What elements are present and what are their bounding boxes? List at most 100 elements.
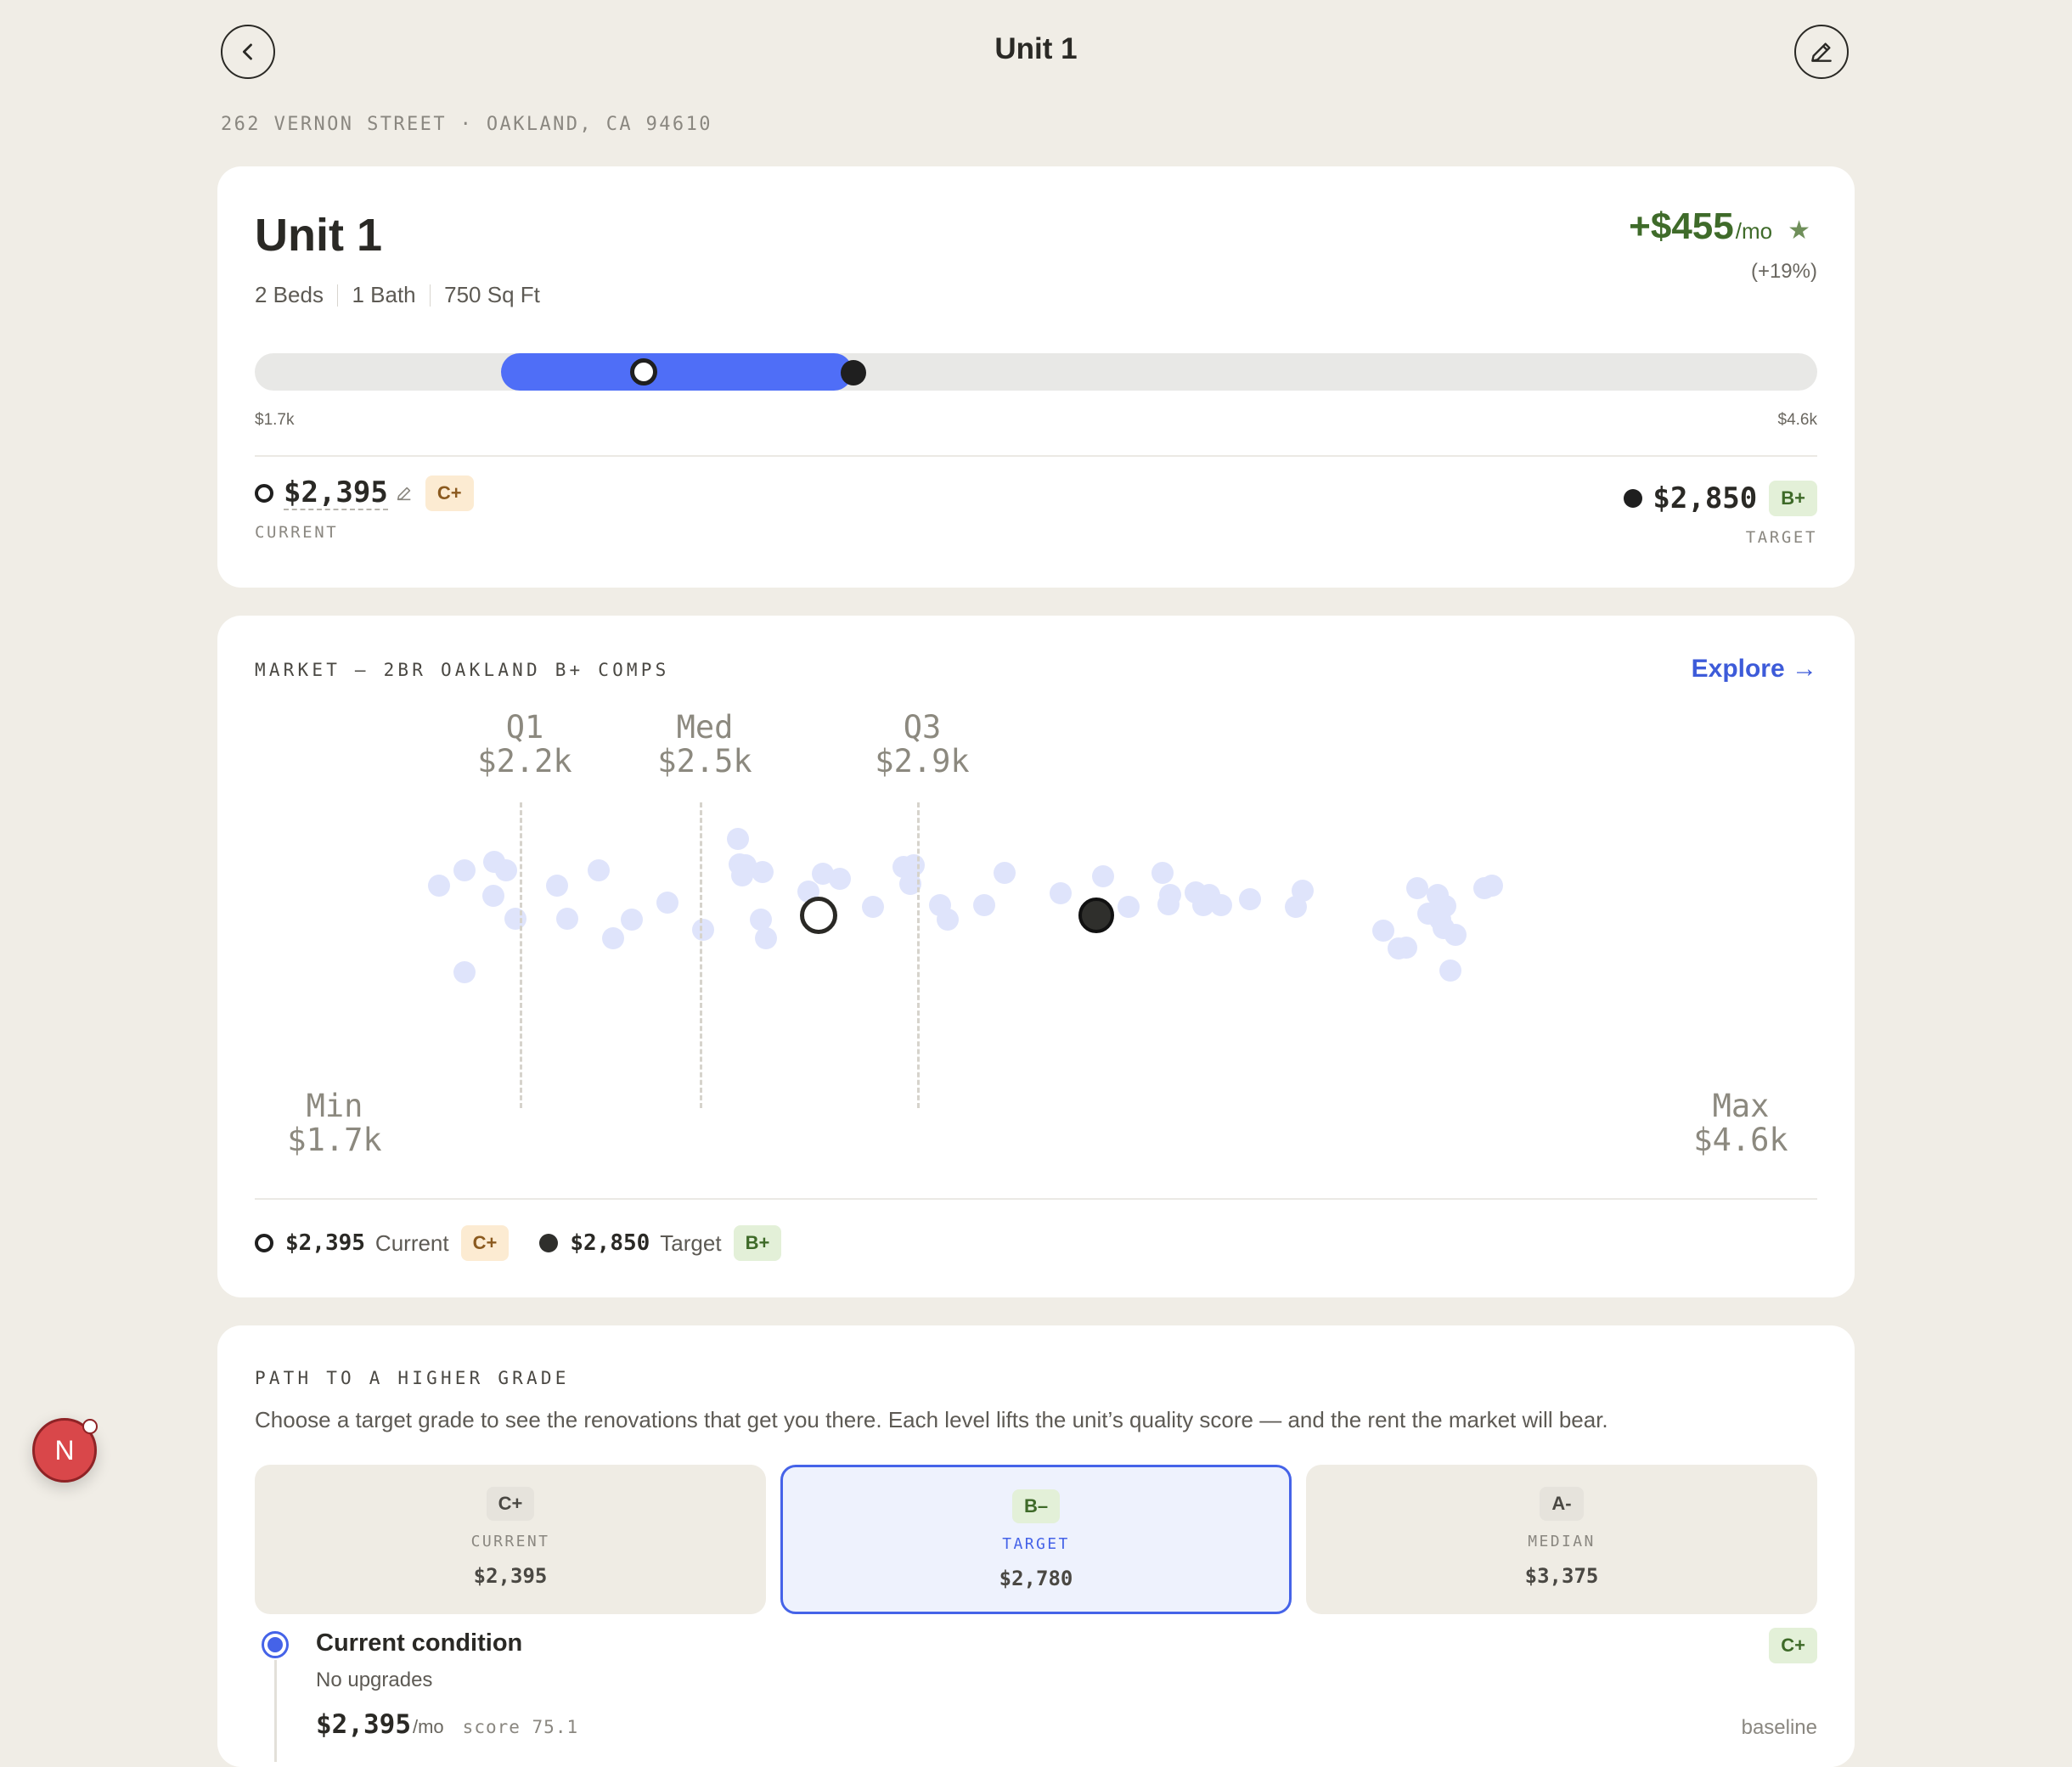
current-marker-icon bbox=[255, 1234, 273, 1252]
comp-listing-dot bbox=[1050, 882, 1072, 904]
tier-price: $2,780 bbox=[999, 1567, 1073, 1590]
comp-listing-dot bbox=[602, 927, 624, 949]
comp-listing-dot bbox=[546, 875, 568, 897]
comp-listing-dot bbox=[504, 908, 526, 930]
min-label: Min $1.7k bbox=[267, 1089, 403, 1157]
min-name: Min bbox=[306, 1088, 363, 1124]
tier-target[interactable]: B– TARGET $2,780 bbox=[780, 1465, 1292, 1614]
rent-range-track bbox=[255, 353, 1817, 391]
comp-listing-dot bbox=[482, 885, 504, 907]
tier-current[interactable]: C+ CURRENT $2,395 bbox=[255, 1465, 766, 1614]
comp-listing-dot bbox=[692, 919, 714, 941]
comp-listing-dot bbox=[588, 859, 610, 881]
tier-grade-badge: B– bbox=[1011, 1489, 1061, 1523]
q3-name: Q3 bbox=[903, 709, 942, 746]
target-rent-marker bbox=[1078, 898, 1114, 933]
pencil-icon bbox=[1811, 42, 1832, 62]
spec-baths: 1 Bath bbox=[352, 282, 416, 307]
tier-median[interactable]: A- MEDIAN $3,375 bbox=[1306, 1465, 1817, 1614]
median-value: $2.5k bbox=[657, 743, 752, 779]
target-marker-icon bbox=[1624, 489, 1643, 508]
step-price: $2,395 bbox=[316, 1709, 411, 1740]
step-grade-badge: C+ bbox=[1769, 1628, 1817, 1663]
divider bbox=[255, 455, 1817, 457]
comp-listing-dot bbox=[1434, 895, 1456, 917]
comp-listing-dot bbox=[656, 892, 678, 914]
comp-listing-dot bbox=[752, 861, 774, 883]
tier-grade-badge: A- bbox=[1540, 1487, 1584, 1521]
comp-listing-dot bbox=[1406, 877, 1428, 899]
target-rent-row: $2,850 B+ bbox=[1624, 481, 1817, 516]
comp-listing-dot bbox=[829, 868, 851, 890]
comp-listing-dot bbox=[973, 894, 995, 916]
min-value: $1.7k bbox=[287, 1122, 382, 1158]
avatar-initial: N bbox=[54, 1434, 75, 1466]
comp-listing-dot bbox=[1372, 920, 1394, 942]
comp-listing-dot bbox=[1395, 937, 1417, 959]
q1-label: Q1 $2.2k bbox=[457, 711, 593, 779]
quartile-line bbox=[700, 802, 702, 1108]
grade-path-card: PATH TO A HIGHER GRADE Choose a target g… bbox=[217, 1325, 1855, 1767]
step-price-row: $2,395 /mo score 75.1 bbox=[316, 1709, 578, 1740]
max-name: Max bbox=[1712, 1088, 1770, 1124]
comp-listing-dot bbox=[994, 862, 1016, 884]
q1-name: Q1 bbox=[505, 709, 544, 746]
legend-current-label: Current bbox=[374, 1230, 449, 1256]
market-card: MARKET — 2BR OAKLAND B+ COMPS Explore → … bbox=[217, 616, 1855, 1297]
range-min-label: $1.7k bbox=[255, 411, 295, 429]
page-title: Unit 1 bbox=[994, 32, 1078, 65]
current-rent-handle[interactable] bbox=[630, 358, 657, 385]
median-name: Med bbox=[676, 709, 734, 746]
step-radio-indicator bbox=[267, 1637, 283, 1652]
star-icon[interactable]: ★ bbox=[1788, 216, 1810, 245]
step-radio[interactable] bbox=[262, 1631, 289, 1658]
step-price-unit: /mo bbox=[412, 1716, 444, 1737]
edit-button[interactable] bbox=[1794, 25, 1849, 79]
comp-listing-dot bbox=[731, 864, 753, 886]
current-rent-marker bbox=[800, 897, 837, 934]
tier-grade-badge: C+ bbox=[486, 1487, 535, 1521]
target-rent-handle[interactable] bbox=[841, 360, 866, 385]
unit-summary-card: Unit 1 2 Beds 1 Bath 750 Sq Ft +$455 /mo… bbox=[217, 166, 1855, 588]
q3-label: Q3 $2.9k bbox=[854, 711, 990, 779]
target-grade-badge: B+ bbox=[1769, 481, 1817, 516]
target-label: TARGET bbox=[1745, 528, 1817, 547]
comp-listing-dot bbox=[1444, 924, 1467, 946]
median-label: Med $2.5k bbox=[637, 711, 773, 779]
comp-listing-dot bbox=[727, 828, 749, 850]
comp-listing-dot bbox=[1151, 862, 1174, 884]
comp-listing-dot bbox=[428, 875, 450, 897]
divider bbox=[255, 1198, 1817, 1200]
legend-current-grade: C+ bbox=[460, 1225, 510, 1261]
user-avatar-button[interactable]: N bbox=[32, 1418, 98, 1483]
rent-delta-percent: (+19%) bbox=[1750, 260, 1817, 283]
tier-label: MEDIAN bbox=[1528, 1533, 1596, 1550]
current-rent-amount[interactable]: $2,395 bbox=[284, 476, 388, 510]
spec-divider bbox=[429, 284, 431, 307]
rent-delta-unit: /mo bbox=[1735, 218, 1773, 244]
notification-badge bbox=[82, 1419, 98, 1434]
edit-pencil-icon[interactable] bbox=[395, 484, 414, 503]
unit-name: Unit 1 bbox=[255, 210, 383, 261]
tier-label: TARGET bbox=[1002, 1535, 1070, 1553]
current-marker-icon bbox=[255, 484, 273, 503]
path-section-label: PATH TO A HIGHER GRADE bbox=[255, 1368, 570, 1388]
step-baseline-note: baseline bbox=[1741, 1716, 1817, 1739]
comp-listing-dot bbox=[453, 961, 476, 983]
comp-listing-dot bbox=[755, 927, 777, 949]
comp-listing-dot bbox=[556, 908, 578, 930]
step-score: score 75.1 bbox=[462, 1717, 579, 1737]
max-value: $4.6k bbox=[1693, 1122, 1788, 1158]
path-description: Choose a target grade to see the renovat… bbox=[255, 1407, 1608, 1432]
comp-listing-dot bbox=[1118, 896, 1140, 918]
rent-delta-amount: +$455 bbox=[1629, 205, 1734, 247]
quartile-line bbox=[917, 802, 920, 1108]
comp-listing-dot bbox=[1092, 865, 1114, 887]
step-title: Current condition bbox=[316, 1629, 523, 1657]
range-max-label: $4.6k bbox=[1777, 411, 1817, 429]
tier-price: $2,395 bbox=[473, 1564, 548, 1588]
step-subtitle: No upgrades bbox=[316, 1669, 433, 1691]
quartile-line bbox=[520, 802, 522, 1108]
max-label: Max $4.6k bbox=[1673, 1089, 1809, 1157]
comp-listing-dot bbox=[453, 859, 476, 881]
